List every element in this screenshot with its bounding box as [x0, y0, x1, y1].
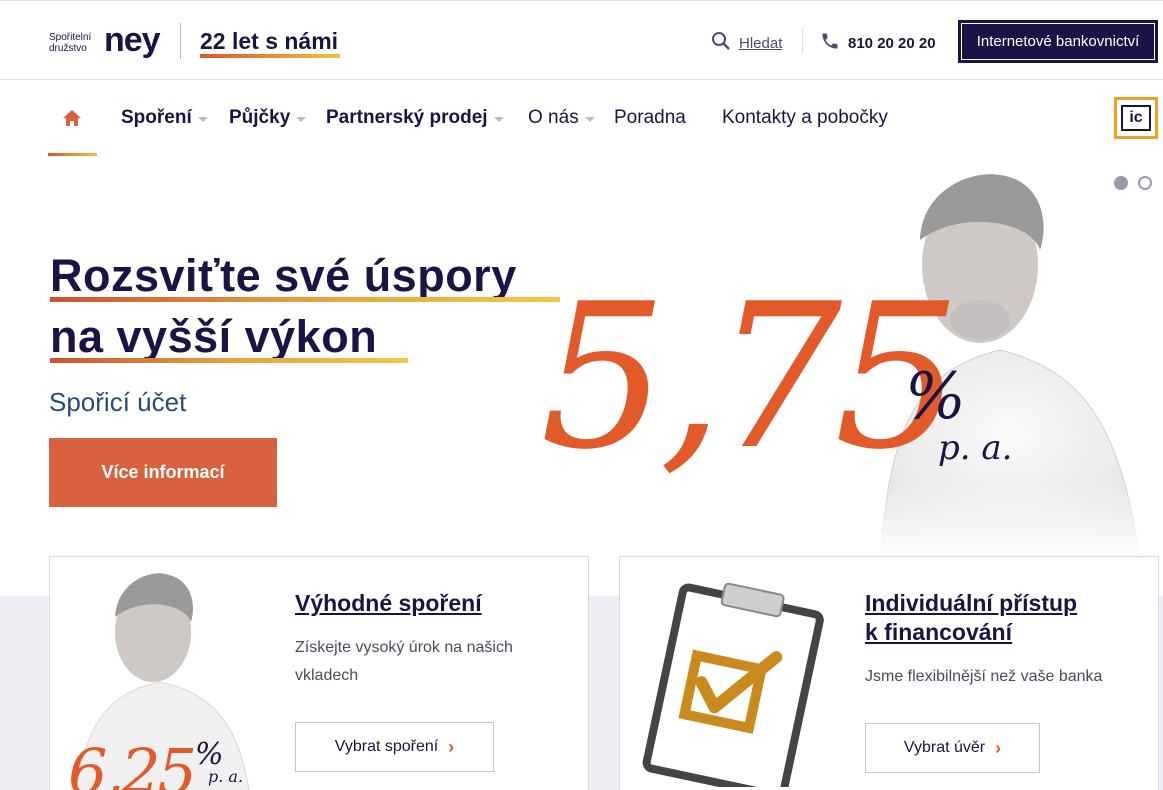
card-financing: Individuální přístup k financování Jsme …	[619, 556, 1159, 790]
divider	[802, 29, 803, 53]
logo-subtext-line2: družstvo	[49, 43, 87, 54]
headline-underline-2	[50, 358, 408, 363]
choose-loan-button[interactable]: Vybrat úvěr ›	[865, 723, 1040, 773]
logo-subtext-line1: Spořitelní	[49, 32, 92, 43]
chevron-right-icon: ›	[995, 737, 1002, 758]
nav-item-label: Půjčky	[229, 107, 291, 128]
logo-tagline-underline	[200, 54, 340, 58]
phone-number: 810 20 20 20	[848, 35, 936, 52]
card-savings: 6,25 % p. a. Výhodné spoření Získejte vy…	[49, 556, 589, 790]
clipboard-check-icon	[620, 577, 830, 790]
card-savings-rate: 6,25	[68, 735, 197, 790]
nav-item-pujcky[interactable]: Půjčky	[229, 107, 307, 129]
hero-rate: 5,75	[540, 261, 961, 494]
nav-item-kontakty[interactable]: Kontakty a pobočky	[722, 107, 888, 129]
logo-brand[interactable]: ney	[104, 21, 161, 60]
ic-badge-label: ic	[1121, 105, 1151, 131]
phone-link[interactable]: 810 20 20 20	[820, 31, 936, 56]
search-label: Hledat	[739, 35, 783, 52]
nav-item-sporeni[interactable]: Spoření	[121, 107, 208, 129]
hero-rate-pa: p. a.	[938, 428, 1013, 468]
nav-item-label: Spoření	[121, 107, 192, 128]
card-financing-title-line1: Individuální přístup	[865, 590, 1078, 616]
nav-item-o-nas[interactable]: O nás	[528, 107, 595, 129]
nav-item-label: Kontakty a pobočky	[722, 107, 888, 128]
carousel-dot-1[interactable]	[1114, 176, 1128, 190]
nav-item-label: O nás	[528, 107, 579, 128]
card-savings-title[interactable]: Výhodné spoření	[295, 589, 482, 618]
internet-banking-button[interactable]: Internetové bankovnictví	[958, 20, 1158, 63]
search-link[interactable]: Hledat	[711, 31, 782, 56]
hero-rate-percent: %	[905, 360, 966, 434]
nav-item-poradna[interactable]: Poradna	[614, 107, 686, 129]
ic-badge[interactable]: ic	[1114, 97, 1158, 139]
logo-subtext[interactable]: Spořitelní družstvo	[49, 32, 91, 54]
search-icon	[711, 31, 731, 56]
hero-subtitle: Spořicí účet	[49, 387, 187, 417]
chevron-down-icon	[296, 116, 307, 122]
main-nav: Spoření Půjčky Partnerský prodej O nás P…	[0, 80, 1163, 156]
home-icon[interactable]	[62, 109, 82, 132]
carousel-dots	[1114, 176, 1152, 190]
choose-savings-button[interactable]: Vybrat spoření ›	[295, 722, 494, 772]
choose-loan-label: Vybrat úvěr	[903, 739, 986, 756]
choose-savings-label: Vybrat spoření	[334, 738, 439, 755]
chevron-right-icon: ›	[448, 736, 455, 757]
card-savings-pa: p. a.	[208, 767, 244, 786]
card-financing-title[interactable]: Individuální přístup k financování	[865, 589, 1077, 647]
nav-item-label: Partnerský prodej	[326, 107, 488, 128]
more-info-button[interactable]: Více informací	[49, 438, 277, 507]
nav-item-partnersky-prodej[interactable]: Partnerský prodej	[326, 107, 504, 129]
logo-divider	[180, 23, 181, 59]
hero-headline-line2: na vyšší výkon	[50, 311, 378, 362]
card-financing-title-line2: k financování	[865, 619, 1012, 645]
chevron-down-icon	[493, 116, 504, 122]
logo-tagline: 22 let s námi	[200, 28, 339, 54]
headline-underline-1	[50, 297, 560, 302]
nav-item-label: Poradna	[614, 107, 686, 128]
carousel-dot-2[interactable]	[1138, 176, 1152, 190]
chevron-down-icon	[197, 116, 208, 122]
card-financing-text: Jsme flexibilnější než vaše banka	[865, 668, 1103, 685]
chevron-down-icon	[584, 116, 595, 122]
phone-icon	[820, 31, 840, 56]
hero-headline-line1: Rozsviťte své úspory	[50, 250, 517, 301]
top-bar: Spořitelní družstvo ney 22 let s námi Hl…	[0, 0, 1163, 80]
card-savings-text: Získejte vysoký úrok na našich vkladech	[295, 639, 513, 684]
